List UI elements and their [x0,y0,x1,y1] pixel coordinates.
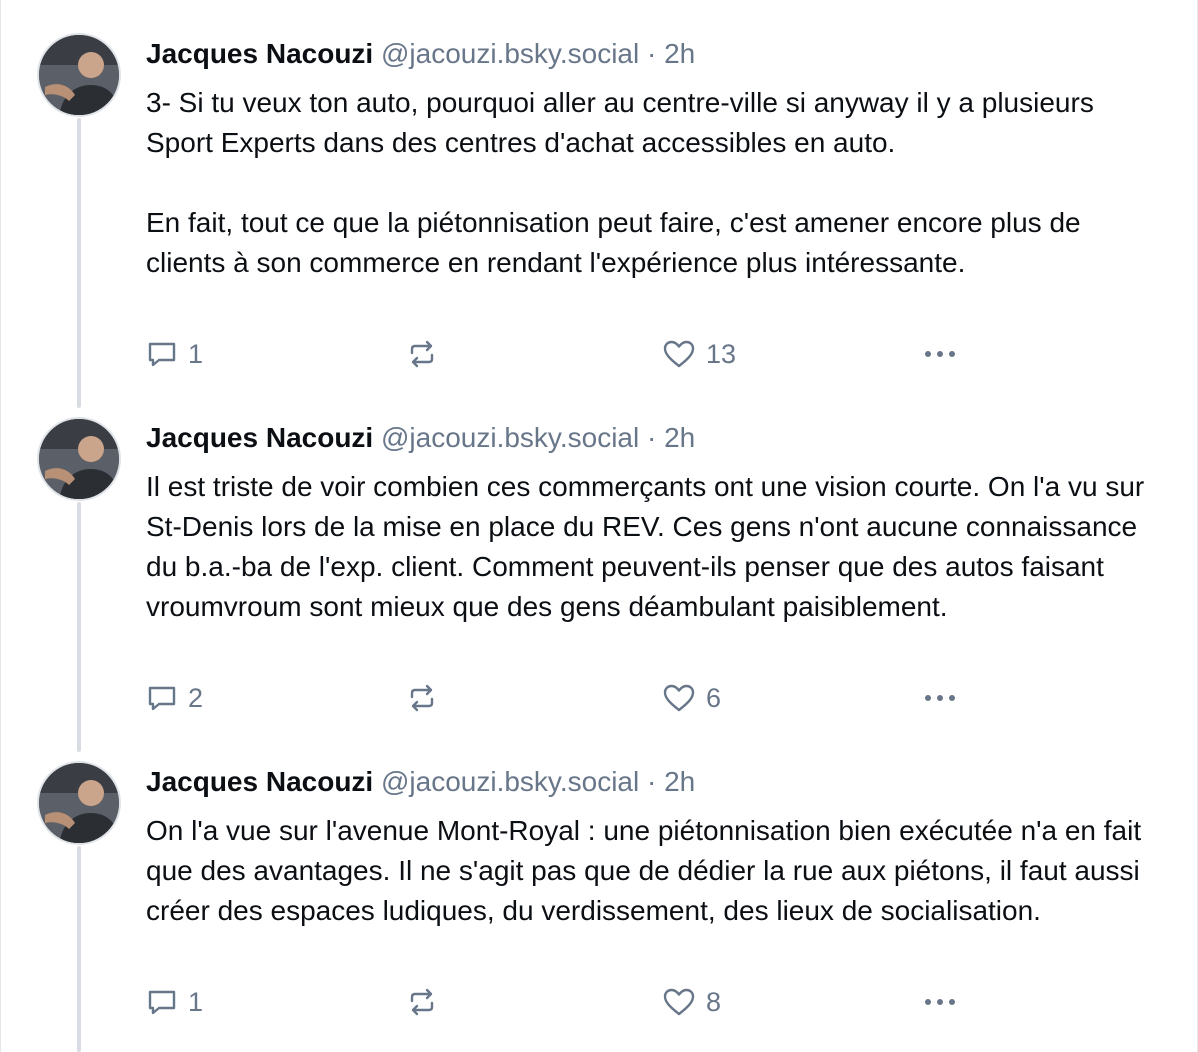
ellipsis-icon [925,999,955,1005]
author-handle[interactable]: @jacouzi.bsky.social [381,422,639,453]
like-button[interactable]: 13 [662,336,736,372]
like-count: 6 [706,682,722,713]
reply-button[interactable]: 1 [146,984,203,1020]
repost-button[interactable] [406,680,438,716]
post-paragraph: Il est triste de voir combien ces commer… [146,471,1145,622]
speech-bubble-icon [148,990,176,1015]
post-paragraph: 3- Si tu veux ton auto, pourquoi aller a… [146,87,1094,158]
like-count: 13 [706,338,737,369]
post-header: Jacques Nacouzi @jacouzi.bsky.social · 2… [146,420,695,456]
speech-bubble-icon [148,342,176,367]
repost-arrows-icon [410,988,434,1016]
thread-line [77,502,81,752]
repost-arrows-icon [410,340,434,368]
separator-dot: · [647,422,657,453]
post[interactable]: Jacques Nacouzi @jacouzi.bsky.social · 2… [1,0,1198,408]
separator-dot: · [647,766,657,797]
avatar-photo-icon [39,763,119,843]
post-text: 3- Si tu veux ton auto, pourquoi aller a… [146,83,1166,283]
post[interactable]: Jacques Nacouzi @jacouzi.bsky.social · 2… [1,728,1198,1052]
ellipsis-icon [925,351,955,357]
avatar[interactable] [37,33,121,117]
heart-outline-icon [663,684,695,712]
reply-button[interactable]: 2 [146,680,203,716]
post-actions: 1 13 [146,336,1166,372]
reply-button[interactable]: 1 [146,336,203,372]
avatar-photo-icon [39,419,119,499]
post-actions: 2 6 [146,680,1166,716]
post-timestamp[interactable]: 2h [664,422,695,453]
author-name[interactable]: Jacques Nacouzi [146,38,373,69]
reply-count: 1 [188,986,204,1017]
separator-dot: · [647,38,657,69]
avatar[interactable] [37,417,121,501]
more-options-button[interactable] [920,336,960,372]
like-count: 8 [706,986,722,1017]
ellipsis-icon [925,695,955,701]
heart-outline-icon [663,340,695,368]
speech-bubble-icon [148,686,176,711]
heart-outline-icon [663,988,695,1016]
reply-count: 1 [188,338,204,369]
post-actions: 1 8 [146,984,1166,1020]
repost-button[interactable] [406,336,438,372]
reply-count: 2 [188,682,204,713]
like-button[interactable]: 6 [662,680,721,716]
author-handle[interactable]: @jacouzi.bsky.social [381,38,639,69]
author-name[interactable]: Jacques Nacouzi [146,766,373,797]
post-paragraph: On l'a vue sur l'avenue Mont-Royal : une… [146,815,1142,926]
post-text: Il est triste de voir combien ces commer… [146,467,1166,627]
repost-arrows-icon [410,684,434,712]
thread-line [77,118,81,408]
author-handle[interactable]: @jacouzi.bsky.social [381,766,639,797]
thread-view: Jacques Nacouzi @jacouzi.bsky.social · 2… [0,0,1198,1052]
post-timestamp[interactable]: 2h [664,766,695,797]
repost-button[interactable] [406,984,438,1020]
post-paragraph: En fait, tout ce que la piétonnisation p… [146,207,1081,278]
like-button[interactable]: 8 [662,984,721,1020]
author-name[interactable]: Jacques Nacouzi [146,422,373,453]
post-timestamp[interactable]: 2h [664,38,695,69]
post-text: On l'a vue sur l'avenue Mont-Royal : une… [146,811,1166,931]
more-options-button[interactable] [920,984,960,1020]
more-options-button[interactable] [920,680,960,716]
avatar-photo-icon [39,35,119,115]
post[interactable]: Jacques Nacouzi @jacouzi.bsky.social · 2… [1,384,1198,752]
avatar[interactable] [37,761,121,845]
post-header: Jacques Nacouzi @jacouzi.bsky.social · 2… [146,764,695,800]
post-header: Jacques Nacouzi @jacouzi.bsky.social · 2… [146,36,695,72]
thread-line [77,846,81,1052]
